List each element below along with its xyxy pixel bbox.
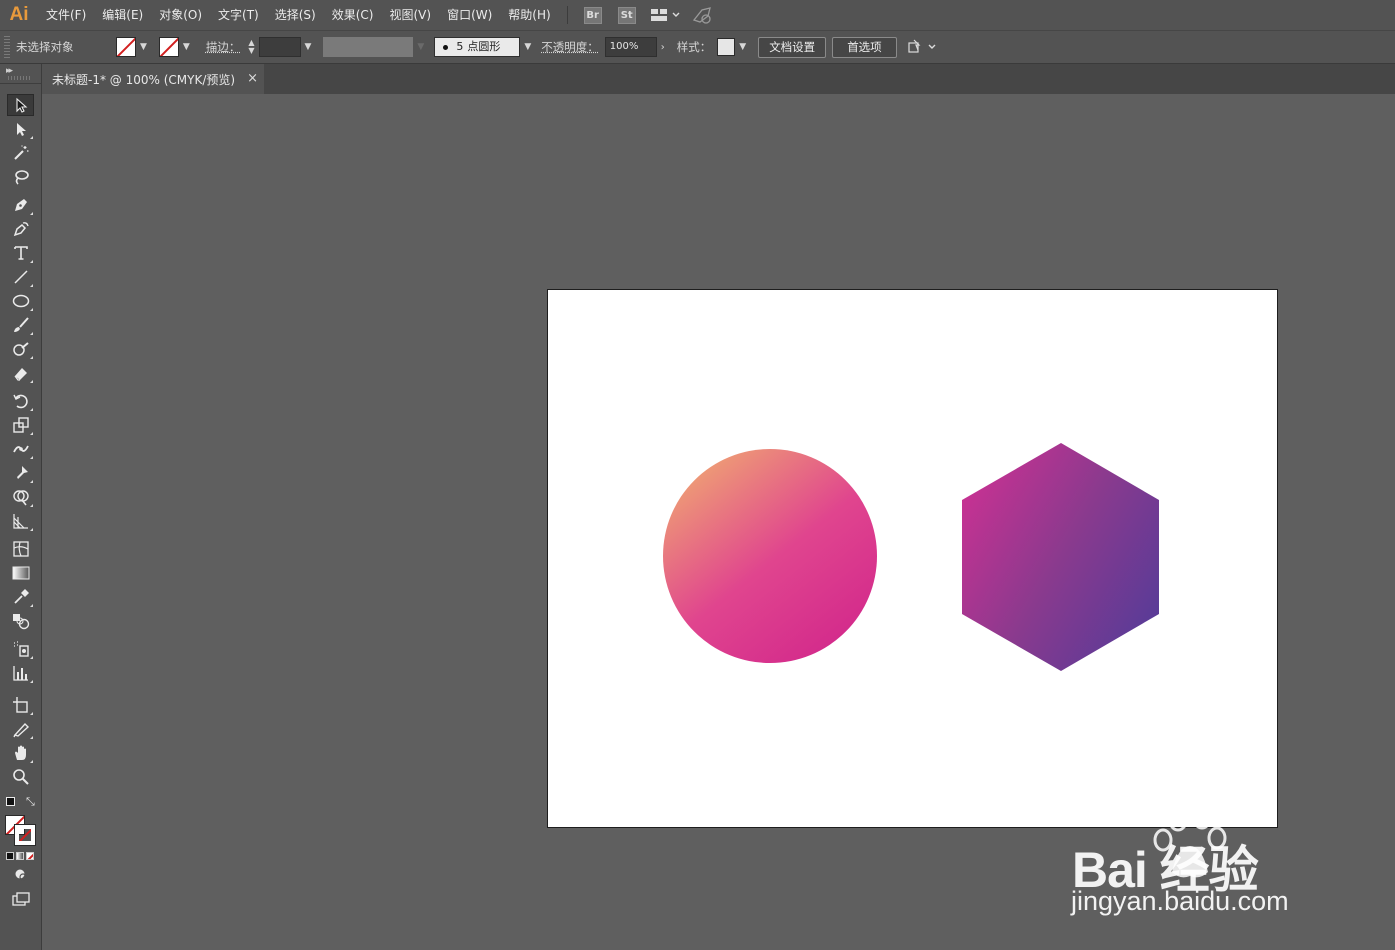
brush-size: 5: [456, 40, 464, 53]
artboard-tool-icon[interactable]: [7, 694, 34, 716]
selection-status: 未选择对象: [16, 40, 74, 54]
close-tab-icon[interactable]: ×: [247, 71, 258, 86]
selection-tool-icon[interactable]: [7, 94, 34, 116]
shaper-tool-icon[interactable]: [7, 338, 34, 360]
paintbrush-tool-icon[interactable]: [7, 314, 34, 336]
tools-panel-header: ▸▸: [0, 64, 41, 84]
collapse-arrows-icon[interactable]: ▸▸: [6, 66, 13, 76]
magic-wand-tool-icon[interactable]: [7, 142, 34, 164]
stroke-stepper-icon[interactable]: ▲ ▼: [248, 35, 254, 59]
menu-edit[interactable]: 编辑(E): [94, 0, 151, 30]
gpu-performance-icon[interactable]: [692, 3, 714, 27]
stroke-color-box[interactable]: [14, 824, 36, 846]
pen-tool-icon[interactable]: [7, 194, 34, 216]
perspective-grid-tool-icon[interactable]: [7, 510, 34, 532]
menu-bar: Ai 文件(F) 编辑(E) 对象(O) 文字(T) 选择(S) 效果(C) 视…: [0, 0, 1395, 30]
workspace-switcher-icon[interactable]: [650, 3, 680, 27]
profile-dropdown-chevron-icon[interactable]: ▼: [417, 42, 424, 52]
menu-type[interactable]: 文字(T): [210, 0, 267, 30]
symbol-sprayer-tool-icon[interactable]: [7, 638, 34, 660]
watermark-url: jingyan.baidu.com: [1071, 886, 1289, 916]
screen-mode-icon[interactable]: [7, 888, 34, 910]
scale-tool-icon[interactable]: [7, 414, 34, 436]
mesh-tool-icon[interactable]: [7, 538, 34, 560]
tools-grip[interactable]: [8, 76, 32, 80]
control-bar: 未选择对象 ▼ ▼ 描边： ▲ ▼ ▼ ▼ 5 点圆形 ▼ 不透明度： 100% …: [0, 30, 1395, 64]
bridge-button[interactable]: Br: [583, 6, 602, 24]
puppet-warp-tool-icon[interactable]: [7, 462, 34, 484]
stroke-weight-dropdown-chevron-icon[interactable]: ▼: [305, 42, 312, 52]
variable-width-profile[interactable]: [323, 37, 414, 57]
width-tool-icon[interactable]: [7, 438, 34, 460]
stock-button[interactable]: St: [617, 6, 636, 24]
type-tool-icon[interactable]: [7, 242, 34, 264]
brush-name: 点圆形: [467, 40, 501, 53]
artboard[interactable]: [547, 289, 1278, 828]
graphic-style-swatch[interactable]: [717, 38, 736, 56]
gradient-mode-icon[interactable]: [16, 852, 24, 860]
stroke-weight-label[interactable]: 描边：: [206, 39, 241, 55]
style-dropdown-chevron-icon[interactable]: ▼: [739, 42, 746, 52]
none-mode-icon[interactable]: [26, 852, 34, 860]
menu-view[interactable]: 视图(V): [381, 0, 439, 30]
style-label: 样式：: [676, 40, 712, 54]
eyedropper-tool-icon[interactable]: [7, 586, 34, 608]
document-tab-title: 未标题-1* @ 100% (CMYK/预览): [52, 72, 236, 87]
menu-separator: [566, 6, 568, 24]
stroke-swatch[interactable]: [158, 37, 179, 57]
preferences-button[interactable]: 首选项: [832, 36, 897, 58]
document-setup-button[interactable]: 文档设置: [758, 36, 827, 58]
curvature-tool-icon[interactable]: [7, 218, 34, 240]
stroke-weight-input[interactable]: [258, 37, 301, 57]
document-tab[interactable]: 未标题-1* @ 100% (CMYK/预览) ×: [42, 64, 264, 94]
direct-selection-tool-icon[interactable]: [7, 118, 34, 140]
document-tab-bar: 未标题-1* @ 100% (CMYK/预览) ×: [42, 64, 1395, 94]
swap-fill-stroke-icon[interactable]: ⤡: [26, 795, 35, 809]
default-fill-stroke-icon[interactable]: [6, 797, 15, 806]
gradient-tool-icon[interactable]: [7, 562, 34, 584]
arrange-documents-icon[interactable]: [907, 35, 941, 59]
slice-tool-icon[interactable]: [7, 718, 34, 740]
eraser-tool-icon[interactable]: [7, 362, 34, 384]
brush-dropdown-chevron-icon[interactable]: ▼: [524, 42, 531, 52]
hand-tool-icon[interactable]: [7, 742, 34, 764]
blend-tool-icon[interactable]: [7, 610, 34, 632]
stroke-dropdown-chevron-icon[interactable]: ▼: [183, 42, 190, 52]
line-segment-tool-icon[interactable]: [7, 266, 34, 288]
opacity-expand-chevron-icon[interactable]: ›: [661, 42, 665, 53]
menu-select[interactable]: 选择(S): [267, 0, 324, 30]
menu-effect[interactable]: 效果(C): [324, 0, 382, 30]
artwork-canvas: [663, 443, 1159, 671]
menu-help[interactable]: 帮助(H): [500, 0, 558, 30]
shape-builder-tool-icon[interactable]: [7, 486, 34, 508]
gradient-circle[interactable]: [663, 449, 877, 663]
tools-panel: ▸▸ ⤡: [0, 64, 42, 950]
rotate-tool-icon[interactable]: [7, 390, 34, 412]
gradient-hexagon[interactable]: [962, 443, 1159, 671]
none-stroke-slash-icon: [19, 829, 31, 841]
brush-dot-icon: [443, 44, 449, 50]
opacity-input[interactable]: 100%: [604, 37, 657, 57]
column-graph-tool-icon[interactable]: [7, 662, 34, 684]
zoom-tool-icon[interactable]: [7, 766, 34, 788]
panel-grip[interactable]: [4, 36, 10, 58]
fill-dropdown-chevron-icon[interactable]: ▼: [140, 42, 147, 52]
fill-swatch[interactable]: [116, 37, 136, 57]
drawing-mode-icon[interactable]: [7, 864, 34, 886]
menu-file[interactable]: 文件(F): [38, 0, 94, 30]
app-logo: Ai: [9, 4, 29, 25]
menu-window[interactable]: 窗口(W): [439, 0, 500, 30]
brush-definition[interactable]: 5 点圆形: [434, 37, 521, 57]
lasso-tool-icon[interactable]: [7, 166, 34, 188]
ellipse-tool-icon[interactable]: [7, 290, 34, 312]
baidu-jingyan-watermark: Bai 经验 jingyan.baidu.com: [1068, 800, 1368, 925]
color-mode-icon[interactable]: [6, 852, 14, 860]
menu-object[interactable]: 对象(O): [151, 0, 210, 30]
opacity-label[interactable]: 不透明度：: [541, 39, 599, 55]
